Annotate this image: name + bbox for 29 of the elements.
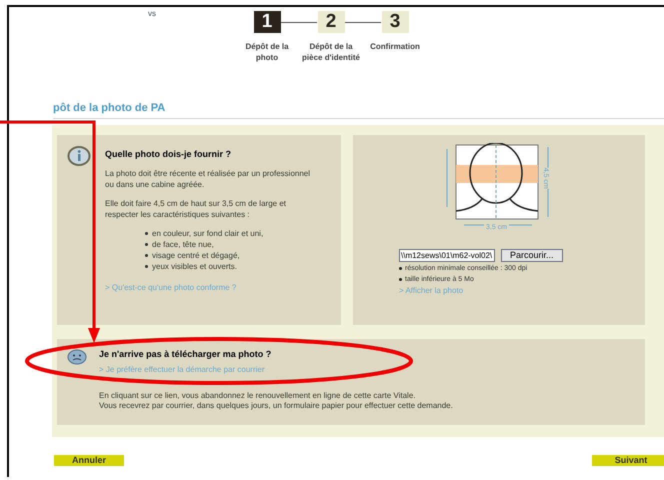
- info-paragraph: La photo doit être récente et réalisée par un professionnel ou dans une cabine agréée.: [105, 168, 312, 190]
- step-label: Dépôt de la pièce d'identité: [301, 41, 361, 63]
- cancel-button[interactable]: Annuler: [54, 454, 124, 466]
- bullet-icon: [145, 232, 148, 234]
- info-paragraph: Elle doit faire 4,5 cm de haut sur 3,5 cm de large et respecter les caractéristiques suivantes :: [105, 198, 287, 220]
- help-text: En cliquant sur ce lien, vous abandonnez le renouvellement en ligne de cette carte Vitale.: [99, 390, 416, 400]
- next-button[interactable]: Suivant: [592, 454, 664, 466]
- corner-mark: vs: [148, 8, 156, 20]
- requirement-item: yeux visibles et ouverts.: [152, 260, 237, 272]
- bullet-icon: [145, 264, 148, 268]
- sad-face-icon: [67, 348, 87, 364]
- info-title: Quelle photo dois-je fournir ?: [105, 148, 232, 160]
- bullet-icon: [145, 254, 148, 256]
- bullet-icon: [399, 278, 402, 280]
- step-number: 1: [254, 11, 280, 33]
- step-number: 3: [382, 11, 408, 33]
- info-icon: [67, 144, 91, 166]
- help-text: Vous recevrez par courrier, dans quelques jours, un formulaire papier pour effectuer cette demande.: [99, 400, 453, 410]
- step-label: Dépôt de la photo: [244, 41, 290, 63]
- step-number: 2: [318, 11, 344, 33]
- requirement-item: visage centré et dégagé,: [152, 250, 240, 260]
- step-label: Confirmation: [369, 41, 421, 52]
- bullet-icon: [145, 242, 148, 246]
- help-title: Je n'arrive pas à télécharger ma photo ?: [99, 348, 272, 358]
- file-path-field[interactable]: \\m12sews\01\m62-vol02\: [399, 248, 495, 262]
- browse-button[interactable]: Parcourir...: [501, 248, 563, 262]
- requirement-item: en couleur, sur fond clair et uni,: [152, 228, 264, 238]
- requirement-item: de face, tête nue,: [152, 238, 214, 250]
- bullet-icon: [399, 266, 402, 270]
